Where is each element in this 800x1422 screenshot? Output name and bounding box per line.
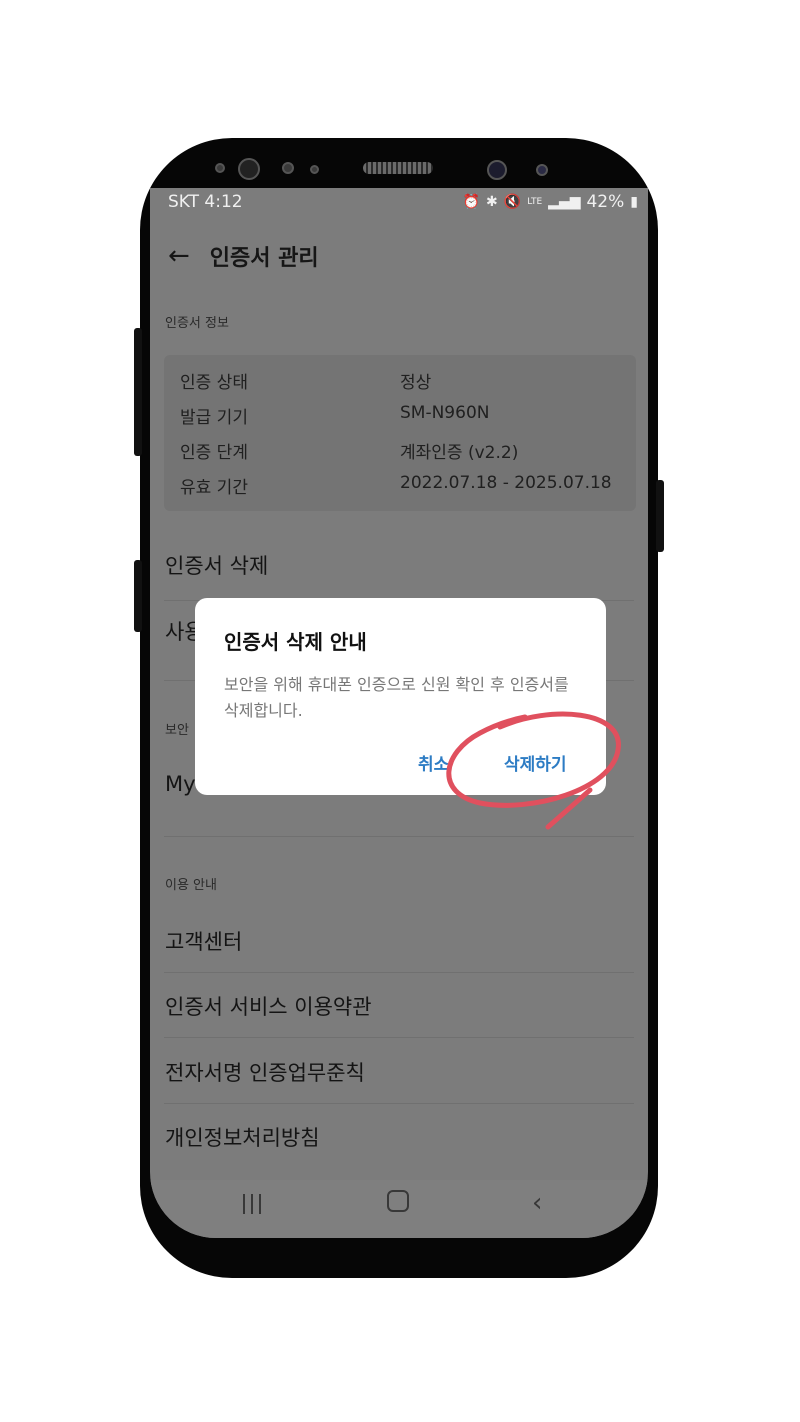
- page-title: 인증서 관리: [209, 246, 319, 271]
- mute-icon: 🔇: [503, 194, 522, 210]
- earpiece-speaker: [363, 162, 433, 174]
- customer-center-item[interactable]: 고객센터: [165, 926, 242, 956]
- alarm-icon: ⏰: [462, 194, 481, 210]
- sensor-dot: [282, 162, 294, 174]
- app-bar: ← 인증서 관리: [168, 238, 319, 274]
- lte-label: LTE: [527, 197, 543, 207]
- bixby-button: [134, 560, 142, 632]
- home-icon[interactable]: [387, 1190, 409, 1212]
- battery-percent: 42%: [586, 192, 625, 212]
- recents-icon[interactable]: [243, 1194, 265, 1214]
- info-row-level: 인증 단계 계좌인증 (v2.2): [180, 443, 519, 463]
- sensor-dot: [215, 163, 225, 173]
- info-row-device: 발급 기기 SM-N960N: [180, 403, 490, 428]
- power-button: [656, 480, 664, 552]
- signal-icon: ▂▄▆: [548, 194, 581, 210]
- annotation-circle: [446, 711, 621, 830]
- cert-info-section-label: 인증서 정보: [165, 316, 229, 331]
- divider: [164, 836, 634, 837]
- divider: [164, 1103, 634, 1104]
- dialog-title: 인증서 삭제 안내: [224, 630, 367, 654]
- battery-icon: ▮: [630, 194, 638, 210]
- sensor-dot: [310, 165, 319, 174]
- status-icons: ⏰ ✱ 🔇 LTE ▂▄▆ 42% ▮: [463, 192, 638, 212]
- iris-camera: [238, 158, 260, 180]
- iris-sensor: [536, 164, 548, 176]
- info-row-status: 인증 상태 정상: [180, 373, 432, 393]
- navigation-bar: ‹: [150, 1180, 648, 1238]
- divider: [164, 972, 634, 973]
- back-nav-icon[interactable]: ‹: [532, 1188, 542, 1218]
- bluetooth-icon: ✱: [486, 194, 498, 210]
- volume-button: [134, 328, 142, 456]
- carrier-time: SKT 4:12: [168, 192, 243, 212]
- my-item-partial[interactable]: My: [165, 772, 196, 796]
- terms-item[interactable]: 인증서 서비스 이용약관: [165, 991, 372, 1021]
- front-camera: [487, 160, 507, 180]
- info-row-validity: 유효 기간 2022.07.18 - 2025.07.18: [180, 473, 612, 498]
- cps-item[interactable]: 전자서명 인증업무준칙: [165, 1057, 365, 1087]
- cert-info-box: 인증 상태 정상 발급 기기 SM-N960N 인증 단계 계좌인증 (v2.2…: [164, 355, 636, 511]
- status-bar: SKT 4:12 ⏰ ✱ 🔇 LTE ▂▄▆ 42% ▮: [168, 190, 638, 214]
- delete-certificate-item[interactable]: 인증서 삭제: [165, 550, 268, 580]
- security-section-label: 보안: [165, 723, 189, 738]
- back-arrow-icon[interactable]: ←: [168, 243, 190, 269]
- usage-section-label: 이용 안내: [165, 878, 217, 893]
- privacy-policy-item[interactable]: 개인정보처리방침: [165, 1122, 320, 1152]
- divider: [164, 1037, 634, 1038]
